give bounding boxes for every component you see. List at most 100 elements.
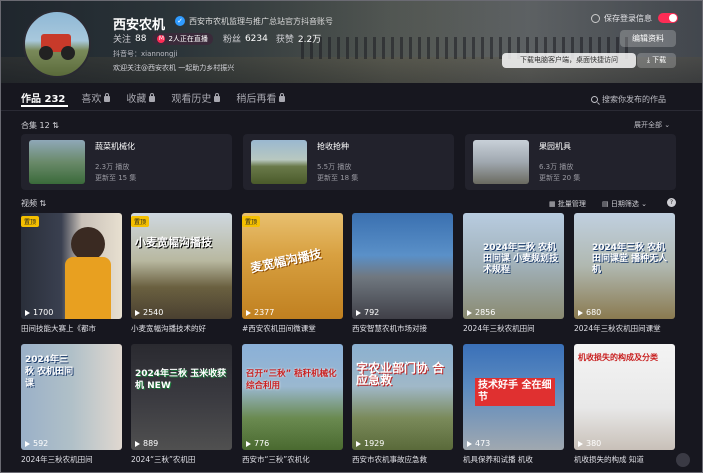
works-search[interactable]: 搜索你发布的作品 — [591, 94, 666, 105]
batch-manage-button[interactable]: ▦ 批量管理 — [549, 199, 586, 209]
collections-label: 合集 12 — [21, 121, 50, 130]
video-caption[interactable]: 2024年三秋农机田间课堂 — [574, 323, 684, 334]
play-icon — [356, 309, 361, 316]
live-text: 2人正在直播 — [168, 34, 208, 43]
video-caption[interactable]: 小麦宽幅沟播技术的好 — [131, 323, 241, 334]
video-caption[interactable]: 西安智慧农机市场对接 — [352, 323, 462, 334]
date-filter-label: 日期筛选 — [610, 200, 639, 208]
profile-tabs: 作品 232 喜欢 收藏 观看历史 稍后再看 — [21, 90, 301, 105]
video-caption[interactable]: 机具保养和试播 机收 — [463, 454, 573, 465]
play-icon — [246, 309, 251, 316]
play-icon — [246, 440, 251, 447]
play-count: 889 — [135, 439, 158, 448]
play-icon — [25, 440, 30, 447]
download-button[interactable]: ⤓ 下载 — [637, 53, 676, 68]
collection-updated: 更新至 15 集 — [95, 174, 137, 182]
video-overlay-text: 2024年三秋 农机田间课 小麦规划技术规程 — [483, 243, 559, 275]
download-client-tip[interactable]: 下载电脑客户端，桌面快捷访问 — [502, 53, 636, 68]
collection-thumbnail — [29, 140, 85, 184]
download-label: 下载 — [652, 56, 667, 64]
play-count: 776 — [246, 439, 269, 448]
collection-title: 抢收抢种 — [317, 142, 349, 151]
download-icon: ⤓ — [646, 56, 650, 64]
profile-org: 西安市农机监理与推广总站官方抖音账号 — [189, 17, 333, 26]
play-count: 792 — [356, 308, 379, 317]
sort-icon[interactable]: ⇅ — [52, 121, 59, 130]
save-login-toggle[interactable] — [658, 13, 678, 23]
play-count-value: 680 — [586, 308, 602, 317]
video-thumbnail: 召开“三秋” 秸秆机械化综合利用 — [242, 344, 343, 450]
video-caption[interactable]: #西安农机田间微课堂 — [242, 323, 352, 334]
pinned-badge: 置顶 — [131, 216, 150, 227]
video-thumbnail: 2024年三秋 农机田间课 小麦规划技术规程 — [463, 213, 564, 319]
videos-label: 视频 — [21, 199, 37, 208]
play-count: 473 — [467, 439, 490, 448]
video-caption[interactable]: 机收损失的构成 知道 — [574, 454, 684, 465]
play-count-value: 473 — [475, 439, 491, 448]
collection-thumbnail — [473, 140, 529, 184]
collection-thumbnail — [251, 140, 307, 184]
play-count: 2540 — [135, 308, 163, 317]
collection-card[interactable]: 抢收抢种 5.5万 播放 更新至 18 集 — [243, 134, 454, 190]
play-count-value: 1929 — [364, 439, 385, 448]
video-thumbnail: 字农业部门协 合应急救 — [352, 344, 453, 450]
video-caption[interactable]: 2024“三秋”农机田 — [131, 454, 241, 465]
tab-watch-later-label: 稍后再看 — [236, 94, 277, 105]
verified-icon: ✓ — [175, 16, 185, 26]
tab-watch-later[interactable]: 稍后再看 — [236, 90, 286, 105]
help-icon[interactable]: ? — [667, 198, 676, 207]
video-thumbnail — [352, 213, 453, 319]
play-icon — [135, 440, 140, 447]
play-icon — [578, 309, 583, 316]
calendar-icon: ▤ — [602, 200, 611, 208]
app-frame: 西安农机 ✓ 西安市农机监理与推广总站官方抖音账号 关注 88 M 2人正在直播… — [0, 0, 703, 473]
play-count-value: 2540 — [143, 308, 164, 317]
video-caption[interactable]: 2024年三秋农机田间 — [463, 323, 573, 334]
video-caption[interactable]: 西安市“三秋”农机化 — [242, 454, 352, 465]
play-count-value: 592 — [33, 439, 49, 448]
fans-count[interactable]: 6234 — [245, 34, 268, 44]
grid-icon: ▦ — [549, 200, 558, 208]
following-count[interactable]: 88 — [135, 34, 146, 44]
play-count-value: 2377 — [254, 308, 275, 317]
likes-label: 获赞 — [275, 35, 294, 45]
video-caption[interactable]: 田间技能大赛上《都市 — [21, 323, 131, 334]
play-count-value: 2856 — [475, 308, 496, 317]
expand-all-label: 展开全部 — [634, 121, 662, 129]
save-login-radio[interactable] — [591, 14, 600, 23]
edit-profile-button[interactable]: 编辑资料 — [620, 30, 676, 47]
video-caption[interactable]: 2024年三秋农机田间 — [21, 454, 131, 465]
play-icon — [356, 440, 361, 447]
collection-card[interactable]: 果园机具 6.3万 播放 更新至 20 集 — [465, 134, 676, 190]
date-filter-button[interactable]: ▤ 日期筛选 ⌄ — [602, 199, 647, 209]
chevron-down-icon: ⌄ — [664, 121, 671, 129]
active-tab-indicator — [21, 105, 68, 107]
video-thumbnail: 机收损失的构成及分类 — [574, 344, 675, 450]
tab-works[interactable]: 作品 232 — [21, 90, 65, 105]
live-badge[interactable]: M 2人正在直播 — [152, 32, 213, 45]
video-overlay-text: 召开“三秋” 秸秆机械化综合利用 — [246, 369, 337, 391]
collection-card[interactable]: 蔬菜机械化 2.3万 播放 更新至 15 集 — [21, 134, 232, 190]
save-login[interactable]: 保存登录信息 — [591, 13, 652, 24]
video-caption[interactable]: 西安市农机事故应急救 — [352, 454, 462, 465]
tab-likes[interactable]: 喜欢 — [81, 90, 111, 105]
play-count-value: 889 — [143, 439, 159, 448]
save-login-label: 保存登录信息 — [604, 14, 652, 23]
play-count: 1700 — [25, 308, 53, 317]
video-thumbnail: 2024年三秋 农机田间课 — [21, 344, 122, 450]
video-thumbnail: 技术好手 全在细节 — [463, 344, 564, 450]
video-thumbnail: 小麦宽幅沟播技 — [131, 213, 232, 319]
play-icon — [467, 440, 472, 447]
video-overlay-text: 小麦宽幅沟播技 — [135, 236, 212, 249]
lock-icon — [104, 92, 111, 102]
expand-all-button[interactable]: 展开全部 ⌄ — [634, 120, 670, 130]
scroll-to-top-button[interactable] — [676, 453, 690, 467]
sort-icon[interactable]: ⇅ — [40, 199, 47, 208]
video-overlay-text: 字农业部门协 合应急救 — [356, 361, 445, 387]
likes-count: 2.2万 — [297, 35, 322, 45]
avatar[interactable] — [23, 10, 91, 78]
lock-icon — [214, 92, 221, 102]
tab-favorites[interactable]: 收藏 — [126, 90, 156, 105]
chevron-down-icon: ⌄ — [638, 200, 647, 208]
tab-history[interactable]: 观看历史 — [171, 90, 221, 105]
